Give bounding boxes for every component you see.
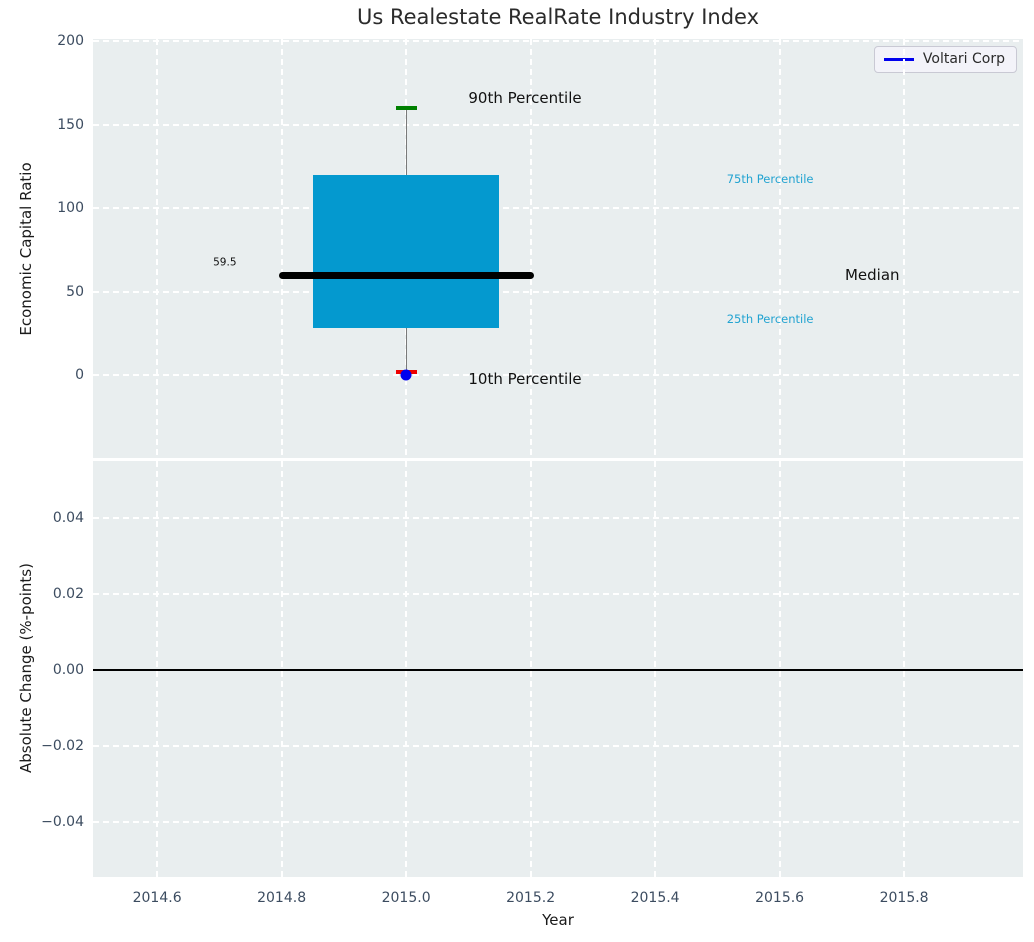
top-ytick-label: 200: [57, 33, 84, 49]
x-gridline: [280, 39, 283, 458]
legend-label: Voltari Corp: [922, 51, 1005, 67]
y-gridline: [93, 207, 1023, 209]
p10-label: 10th Percentile: [468, 370, 582, 389]
x-gridline: [654, 39, 657, 458]
voltari-corp-marker: [400, 369, 412, 381]
zero-line: [93, 668, 1023, 671]
median-value-label: 59.5: [213, 256, 237, 269]
p75-label: 75th Percentile: [726, 171, 814, 186]
bottom-ytick-label: 0.02: [52, 585, 84, 602]
chart-title: Us Realestate RealRate Industry Index: [356, 5, 759, 29]
x-tick-label: 2015.8: [879, 890, 929, 906]
top-axes: Voltari Corp 90th Percentile 10th Percent…: [93, 39, 1023, 458]
y-gridline: [93, 123, 1023, 126]
x-gridline: [156, 39, 159, 458]
iqr-box: [312, 174, 500, 329]
median-label: Median: [844, 265, 900, 284]
median-line: [278, 272, 534, 280]
y-gridline: [93, 744, 1023, 747]
figure: Us Realestate RealRate Industry Index Vo…: [0, 0, 1034, 942]
p90-label: 90th Percentile: [468, 88, 582, 107]
bottom-ytick-label: −0.02: [41, 737, 84, 754]
bottom-ytick-label: 0.00: [52, 661, 84, 678]
top-ytick-label: 0: [75, 367, 84, 383]
x-tick-label: 2015.2: [506, 890, 556, 906]
legend: Voltari Corp: [873, 46, 1017, 73]
x-tick-label: 2015.6: [755, 890, 805, 906]
x-gridline: [778, 39, 781, 458]
top-ytick-label: 50: [66, 283, 84, 300]
top-ylabel: Economic Capital Ratio: [17, 162, 35, 336]
top-ytick-label: 100: [57, 200, 84, 216]
x-tick-label: 2014.8: [257, 890, 307, 906]
x-tick-label: 2015.4: [630, 890, 680, 906]
p90-cap: [395, 105, 417, 110]
x-tick-label: 2014.6: [132, 890, 182, 906]
y-gridline: [93, 290, 1023, 293]
bottom-ytick-label: 0.04: [52, 509, 84, 526]
p25-label: 25th Percentile: [726, 311, 814, 326]
bottom-ytick-label: −0.04: [41, 813, 84, 830]
legend-line-sample: [883, 57, 914, 61]
y-gridline: [93, 40, 1023, 42]
x-axis-label: Year: [542, 911, 574, 929]
x-gridline: [903, 39, 906, 458]
x-tick-label: 2015.0: [381, 890, 431, 906]
y-gridline: [93, 516, 1023, 519]
y-gridline: [93, 820, 1023, 823]
y-gridline: [93, 592, 1023, 595]
bottom-axes: [93, 461, 1023, 877]
top-ytick-label: 150: [57, 116, 84, 133]
